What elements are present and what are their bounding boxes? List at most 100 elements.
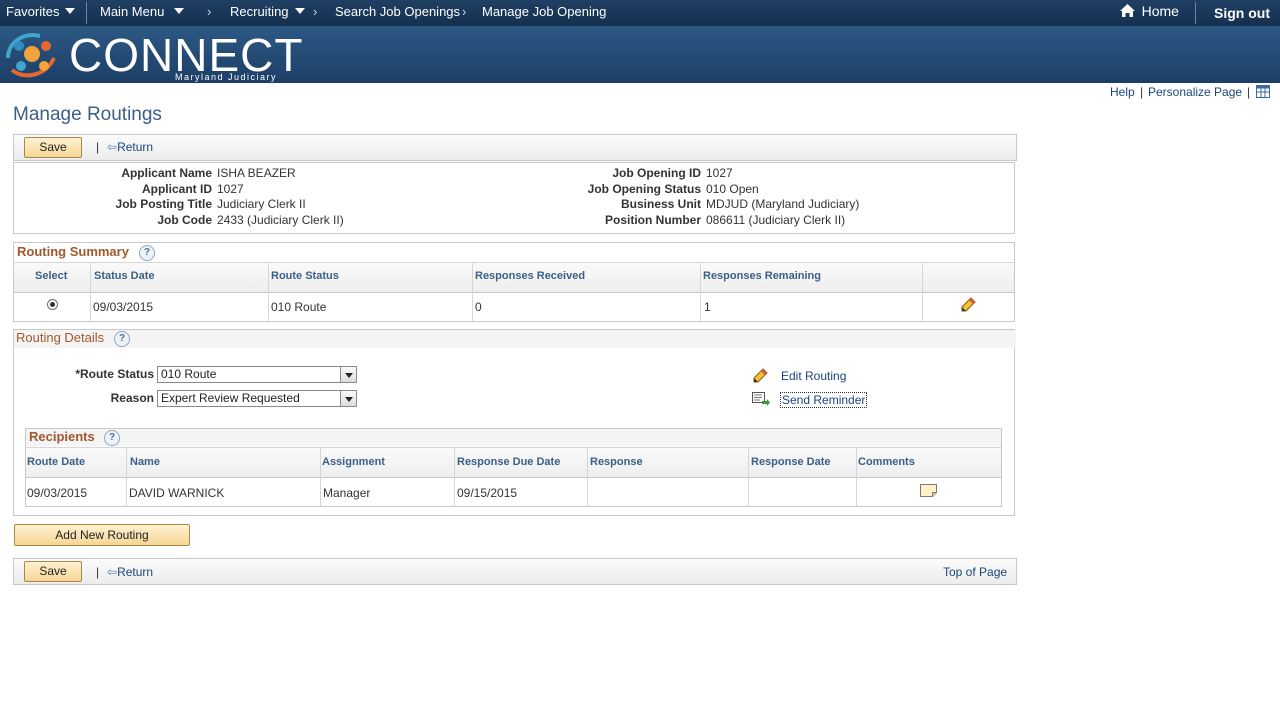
column-header-responses-remaining: Responses Remaining bbox=[703, 270, 821, 282]
edit-pencil-icon[interactable] bbox=[960, 297, 976, 313]
job-opening-status-label: Job Opening Status bbox=[587, 182, 701, 196]
applicant-id-label: Applicant ID bbox=[141, 182, 212, 196]
chevron-right-icon: › bbox=[313, 4, 318, 19]
toolbar-bottom: Save | ⇦Return Top of Page bbox=[13, 558, 1017, 585]
return-label: Return bbox=[117, 565, 154, 579]
divider bbox=[587, 448, 588, 506]
name-cell: DAVID WARNICK bbox=[129, 486, 225, 500]
send-reminder-icon bbox=[752, 392, 770, 406]
top-navigation-bar: Favorites Main Menu › Recruiting › Searc… bbox=[0, 0, 1280, 26]
favorites-label: Favorites bbox=[6, 4, 60, 19]
comment-note-icon[interactable] bbox=[920, 484, 937, 497]
divider bbox=[1195, 2, 1196, 24]
column-header-name: Name bbox=[130, 456, 160, 468]
column-header-assignment: Assignment bbox=[322, 456, 385, 468]
business-unit-label: Business Unit bbox=[620, 197, 701, 211]
chevron-right-icon: › bbox=[462, 4, 467, 19]
recipients-header-bg bbox=[26, 429, 1001, 446]
column-header-response: Response bbox=[590, 456, 643, 468]
grid-settings-icon[interactable] bbox=[1256, 85, 1270, 98]
job-opening-id-value: 1027 bbox=[706, 166, 733, 180]
column-header-comments: Comments bbox=[858, 456, 915, 468]
divider bbox=[748, 448, 749, 506]
breadcrumb-recruiting[interactable]: Recruiting bbox=[230, 4, 305, 19]
save-button[interactable]: Save bbox=[24, 137, 82, 158]
route-status-label: *Route Status bbox=[75, 367, 154, 381]
routing-details-header-bg bbox=[14, 330, 1016, 348]
edit-routing-link[interactable]: Edit Routing bbox=[781, 369, 846, 383]
reason-label: Reason bbox=[110, 391, 154, 405]
reason-value: Expert Review Requested bbox=[161, 391, 300, 405]
response-due-date-cell: 09/15/2015 bbox=[457, 486, 518, 500]
divider bbox=[472, 263, 473, 321]
chevron-right-icon: › bbox=[207, 4, 212, 19]
position-number-value: 086611 (Judiciary Clerk II) bbox=[706, 213, 846, 227]
help-icon[interactable]: ? bbox=[139, 245, 155, 261]
status-date-cell: 09/03/2015 bbox=[93, 300, 154, 314]
job-code-label: Job Code bbox=[157, 213, 212, 227]
breadcrumb-search-job-openings[interactable]: Search Job Openings bbox=[335, 4, 460, 19]
route-date-cell: 09/03/2015 bbox=[27, 486, 88, 500]
chevron-down-icon bbox=[294, 8, 305, 14]
home-label: Home bbox=[1141, 3, 1179, 19]
home-link[interactable]: Home bbox=[1119, 3, 1179, 19]
add-new-routing-button[interactable]: Add New Routing bbox=[14, 524, 190, 546]
column-header-response-due-date: Response Due Date bbox=[457, 456, 561, 468]
favorites-menu[interactable]: Favorites bbox=[6, 4, 76, 19]
job-posting-title-label: Job Posting Title bbox=[115, 197, 212, 211]
chevron-down-icon bbox=[65, 8, 76, 14]
job-posting-title-value: Judiciary Clerk II bbox=[217, 197, 306, 211]
breadcrumb-label: Recruiting bbox=[230, 4, 289, 19]
applicant-name-value: ISHA BEAZER bbox=[217, 166, 296, 180]
divider: | bbox=[1140, 85, 1144, 99]
divider bbox=[700, 263, 701, 321]
send-reminder-link[interactable]: Send Reminder bbox=[780, 392, 868, 408]
help-icon[interactable]: ? bbox=[104, 430, 120, 446]
return-link[interactable]: ⇦Return bbox=[107, 565, 153, 579]
position-number-label: Position Number bbox=[604, 213, 701, 227]
help-icon[interactable]: ? bbox=[114, 331, 130, 347]
edit-pencil-icon bbox=[753, 368, 768, 383]
column-header-route-date: Route Date bbox=[27, 456, 86, 468]
column-header-response-date: Response Date bbox=[751, 456, 831, 468]
chevron-down-icon bbox=[340, 367, 356, 382]
column-header-route-status: Route Status bbox=[271, 270, 339, 282]
main-menu[interactable]: Main Menu bbox=[100, 4, 185, 19]
divider: | bbox=[96, 140, 100, 154]
return-arrow-icon: ⇦ bbox=[107, 140, 118, 154]
divider bbox=[126, 448, 127, 506]
top-of-page-link[interactable]: Top of Page bbox=[943, 565, 1007, 579]
return-link[interactable]: ⇦Return bbox=[107, 140, 153, 154]
connect-logo-icon bbox=[6, 33, 56, 78]
divider bbox=[922, 263, 923, 321]
divider bbox=[856, 448, 857, 506]
applicant-name-label: Applicant Name bbox=[121, 166, 212, 180]
return-arrow-icon: ⇦ bbox=[107, 565, 118, 579]
personalize-page-link[interactable]: Personalize Page bbox=[1148, 85, 1242, 99]
breadcrumb-manage-job-opening[interactable]: Manage Job Opening bbox=[482, 4, 606, 19]
help-link[interactable]: Help bbox=[1110, 85, 1135, 99]
page-title: Manage Routings bbox=[13, 104, 162, 125]
route-status-cell: 010 Route bbox=[271, 300, 327, 314]
save-button[interactable]: Save bbox=[24, 561, 82, 582]
divider: | bbox=[1247, 85, 1251, 99]
return-label: Return bbox=[117, 140, 154, 154]
applicant-id-value: 1027 bbox=[217, 182, 244, 196]
route-status-value: 010 Route bbox=[161, 367, 217, 381]
divider bbox=[90, 263, 91, 321]
divider bbox=[86, 2, 87, 24]
reason-select[interactable]: Expert Review Requested bbox=[157, 390, 357, 407]
select-radio[interactable] bbox=[47, 299, 58, 310]
route-status-select[interactable]: 010 Route bbox=[157, 366, 357, 383]
responses-received-cell: 0 bbox=[475, 300, 482, 314]
business-unit-value: MDJUD (Maryland Judiciary) bbox=[706, 197, 860, 211]
divider: | bbox=[96, 565, 100, 579]
chevron-down-icon bbox=[340, 391, 356, 406]
routing-summary-title: Routing Summary bbox=[17, 244, 129, 259]
job-opening-id-label: Job Opening ID bbox=[612, 166, 701, 180]
responses-remaining-cell: 1 bbox=[704, 300, 711, 314]
sign-out-link[interactable]: Sign out bbox=[1214, 5, 1270, 21]
brand-subtitle: Maryland Judiciary bbox=[175, 72, 278, 82]
recipients-title: Recipients bbox=[29, 429, 95, 444]
main-menu-label: Main Menu bbox=[100, 4, 165, 19]
